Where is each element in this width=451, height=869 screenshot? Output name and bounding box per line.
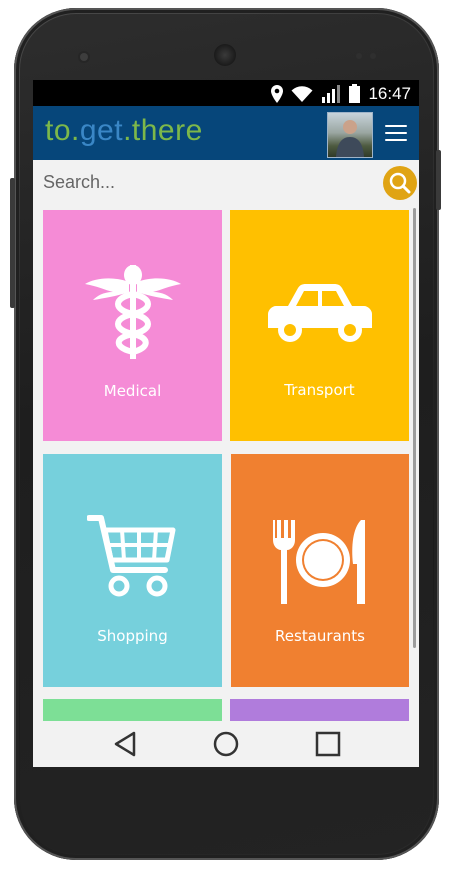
logo-part-to: to. [45,114,80,147]
category-tile-restaurants[interactable]: Restaurants [231,454,409,687]
back-button[interactable] [105,727,145,761]
search-input[interactable] [43,168,373,196]
search-button[interactable] [383,166,417,200]
home-button[interactable] [206,727,246,761]
location-icon [271,84,284,103]
category-label: Restaurants [275,627,365,645]
recents-button[interactable] [308,727,348,761]
fork-plate-knife-icon [273,520,365,604]
wifi-icon [291,85,313,102]
category-tile-shopping[interactable]: Shopping [43,454,222,687]
search-icon [389,172,411,194]
shopping-cart-icon [87,515,176,597]
logo-part-get: get [79,114,124,147]
navigation-bar [33,721,419,767]
category-tile-purple[interactable] [230,699,409,721]
search-bar [33,160,419,205]
light-sensor [370,53,376,59]
car-icon [268,284,372,342]
status-bar: 16:47 [33,80,419,106]
hamburger-menu-button[interactable] [385,125,407,143]
avatar-person-icon [336,120,364,157]
user-avatar[interactable] [327,112,373,158]
power-button [10,178,15,308]
category-tile-transport[interactable]: Transport [230,210,409,441]
category-tile-green[interactable] [43,699,222,721]
category-tile-medical[interactable]: Medical [43,210,222,441]
signal-icon [322,84,341,103]
volume-button [436,150,441,210]
screen: 16:47 to.get.there Search... Medical Tra… [33,80,419,767]
proximity-sensor [356,53,362,59]
recents-icon [315,731,341,757]
logo-part-there: .there [123,114,203,147]
category-label: Medical [103,382,162,400]
status-time: 16:47 [368,83,411,103]
category-label: Transport [284,381,355,399]
back-icon [114,731,136,757]
home-icon [213,731,239,757]
status-icons: 16:47 [271,84,411,103]
caduceus-icon [85,265,181,359]
app-logo[interactable]: to.get.there [45,114,203,148]
battery-icon [349,84,361,103]
scrollbar[interactable] [413,208,416,648]
earpiece-speaker [214,44,236,66]
app-header: to.get.there [33,106,419,160]
category-label: Shopping [97,627,168,645]
front-camera [80,53,88,61]
